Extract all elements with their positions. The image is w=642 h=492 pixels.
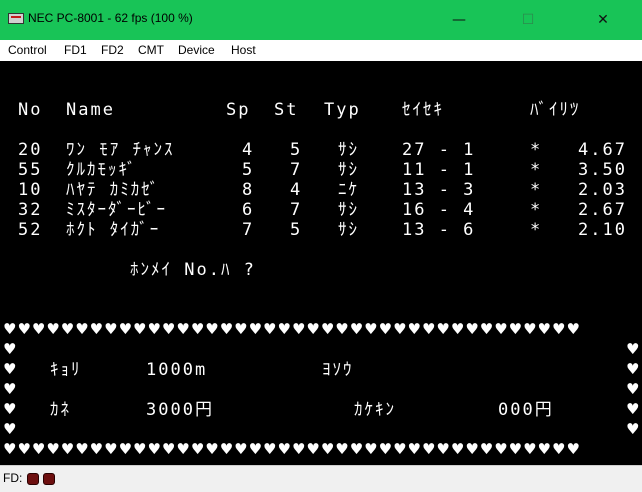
horse-typ: ﾆｹ (338, 180, 359, 200)
distance-value: 1000m (146, 360, 208, 380)
header-st: St (274, 100, 299, 120)
horse-st: 7 (290, 200, 303, 220)
bet-amount-label: ｶｹｷﾝ (354, 400, 396, 420)
header-no: No (18, 100, 43, 120)
heart-icon: ♥ (626, 420, 640, 438)
fd2-led-icon (43, 473, 55, 485)
bet-amount-value: 000円 (498, 400, 554, 420)
heart-icon: ♥ (3, 420, 17, 438)
horse-seiseki: 13 - 3 (402, 180, 476, 200)
menu-host[interactable]: Host (231, 43, 256, 57)
heart-icon: ♥ (3, 380, 17, 398)
horse-seiseki: 27 - 1 (402, 140, 476, 160)
horse-odds: 4.67 (578, 140, 627, 160)
header-typ: Typ (324, 100, 361, 120)
horse-name: ｸﾙｶﾓｯｷﾞ (66, 160, 138, 180)
emulator-screen[interactable]: No Name Sp St Typ ｾｲｾｷ ﾊﾞｲﾘﾂ 20 ﾜﾝ ﾓｱ ﾁｬ… (0, 61, 642, 465)
fd1-led-icon (27, 473, 39, 485)
heart-icon: ♥ (626, 360, 640, 378)
horse-typ: ｻｼ (338, 160, 359, 180)
horse-st: 4 (290, 180, 303, 200)
pc8001-app-icon (8, 13, 24, 24)
horse-name: ﾐｽﾀｰﾀﾞｰﾋﾞｰ (66, 200, 167, 220)
horse-st: 5 (290, 140, 303, 160)
close-icon: ✕ (597, 12, 609, 28)
horse-no: 52 (18, 220, 43, 240)
horse-odds: 2.03 (578, 180, 627, 200)
fd-status-label: FD: (3, 471, 23, 485)
horse-odds: 2.10 (578, 220, 627, 240)
horse-mark: * (530, 140, 543, 160)
heart-icon: ♥ (626, 340, 640, 358)
menu-control[interactable]: Control (8, 43, 47, 57)
horse-typ: ｻｼ (338, 220, 359, 240)
heart-icon: ♥ (3, 340, 17, 358)
horse-no: 10 (18, 180, 43, 200)
header-sp: Sp (226, 100, 251, 120)
horse-sp: 4 (242, 140, 255, 160)
header-seiseki: ｾｲｾｷ (402, 100, 444, 120)
horse-mark: * (530, 200, 543, 220)
horse-mark: * (530, 180, 543, 200)
horse-no: 55 (18, 160, 43, 180)
horse-sp: 8 (242, 180, 255, 200)
horse-seiseki: 13 - 6 (402, 220, 476, 240)
window-title: NEC PC-8001 - 62 fps (100 %) (28, 11, 193, 25)
header-baritsu: ﾊﾞｲﾘﾂ (530, 100, 581, 120)
header-name: Name (66, 100, 115, 120)
status-bar: FD: (0, 465, 642, 492)
heart-icon: ♥ (626, 380, 640, 398)
horse-sp: 6 (242, 200, 255, 220)
horse-no: 20 (18, 140, 43, 160)
horse-seiseki: 16 - 4 (402, 200, 476, 220)
horse-name: ﾊﾔﾃ ｶﾐｶｾﾞ (66, 180, 161, 200)
horse-mark: * (530, 220, 543, 240)
horse-odds: 2.67 (578, 200, 627, 220)
horse-sp: 5 (242, 160, 255, 180)
horse-seiseki: 11 - 1 (402, 160, 476, 180)
horse-st: 5 (290, 220, 303, 240)
horse-typ: ｻｼ (338, 140, 359, 160)
horse-st: 7 (290, 160, 303, 180)
money-value: 3000円 (146, 400, 214, 420)
horse-no: 32 (18, 200, 43, 220)
menu-bar: Control FD1 FD2 CMT Device Host (0, 40, 642, 61)
forecast-label: ﾖｿｳ (322, 360, 354, 380)
minimize-button[interactable]: — (436, 0, 482, 40)
title-bar[interactable]: NEC PC-8001 - 62 fps (100 %) — ☐ ✕ (0, 0, 642, 40)
maximize-icon: ☐ (521, 12, 535, 28)
heart-icon: ♥ (3, 360, 17, 378)
horse-odds: 3.50 (578, 160, 627, 180)
maximize-button[interactable]: ☐ (505, 0, 551, 40)
close-button[interactable]: ✕ (580, 0, 626, 40)
horse-name: ﾎｸﾄ ﾀｲｶﾞｰ (66, 220, 161, 240)
menu-cmt[interactable]: CMT (138, 43, 164, 57)
menu-fd2[interactable]: FD2 (101, 43, 124, 57)
menu-device[interactable]: Device (178, 43, 215, 57)
distance-label: ｷｮﾘ (50, 360, 82, 380)
menu-fd1[interactable]: FD1 (64, 43, 87, 57)
heart-border-top: ♥♥♥♥♥♥♥♥♥♥♥♥♥♥♥♥♥♥♥♥♥♥♥♥♥♥♥♥♥♥♥♥♥♥♥♥♥♥♥♥ (3, 320, 581, 338)
horse-sp: 7 (242, 220, 255, 240)
bet-prompt: ﾎﾝﾒｲ No.ﾊ ? (130, 260, 256, 280)
heart-border-bottom: ♥♥♥♥♥♥♥♥♥♥♥♥♥♥♥♥♥♥♥♥♥♥♥♥♥♥♥♥♥♥♥♥♥♥♥♥♥♥♥♥ (3, 440, 581, 458)
minimize-icon: — (452, 12, 466, 28)
horse-typ: ｻｼ (338, 200, 359, 220)
heart-icon: ♥ (626, 400, 640, 418)
horse-mark: * (530, 160, 543, 180)
money-label: ｶﾈ (50, 400, 71, 420)
heart-icon: ♥ (3, 400, 17, 418)
horse-name: ﾜﾝ ﾓｱ ﾁｬﾝｽ (66, 140, 175, 160)
